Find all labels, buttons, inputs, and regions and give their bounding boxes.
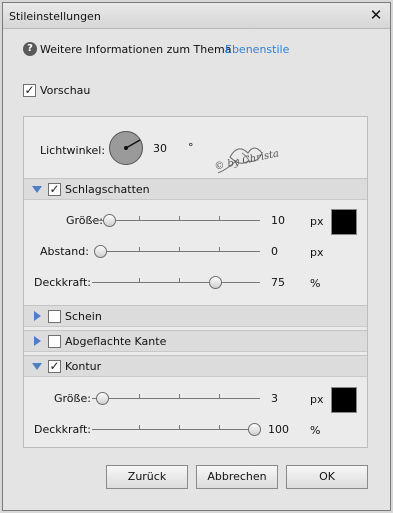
drop-shadow-label: Schlagschatten: [65, 183, 150, 196]
close-icon[interactable]: ✕: [368, 7, 384, 23]
angle-dial[interactable]: [109, 131, 143, 165]
shadow-size-unit: px: [310, 215, 324, 228]
shadow-opacity-thumb[interactable]: [209, 276, 222, 289]
window-title: Stileinstellungen: [9, 10, 101, 23]
bevel-checkbox[interactable]: [48, 335, 61, 348]
stroke-checkbox[interactable]: ✓: [48, 360, 61, 373]
angle-unit: °: [188, 141, 194, 154]
angle-value[interactable]: 30: [153, 142, 167, 155]
cancel-button[interactable]: Abbrechen: [196, 465, 278, 489]
section-stroke[interactable]: ✓ Kontur: [24, 355, 367, 377]
stroke-size-unit: px: [310, 393, 324, 406]
shadow-distance-value[interactable]: 0: [271, 245, 278, 258]
section-drop-shadow[interactable]: ✓ Schlagschatten: [24, 178, 367, 200]
help-link[interactable]: Ebenenstile: [225, 43, 289, 56]
preview-label: Vorschau: [40, 84, 91, 97]
stroke-size-thumb[interactable]: [96, 392, 109, 405]
shadow-color-swatch[interactable]: [331, 209, 357, 235]
stroke-opacity-slider[interactable]: [92, 429, 260, 430]
shadow-distance-label: Abstand:: [40, 245, 89, 258]
expand-arrow-icon[interactable]: [32, 363, 42, 370]
shadow-distance-slider[interactable]: [96, 251, 260, 252]
stroke-size-slider[interactable]: [92, 398, 260, 399]
ok-button[interactable]: OK: [286, 465, 368, 489]
stroke-opacity-value[interactable]: 100: [268, 423, 289, 436]
shadow-size-thumb[interactable]: [103, 214, 116, 227]
shadow-opacity-value[interactable]: 75: [271, 276, 285, 289]
stroke-opacity-label: Deckkraft:: [34, 423, 91, 436]
help-text: Weitere Informationen zum Thema: [40, 43, 232, 56]
section-bevel[interactable]: Abgeflachte Kante: [24, 330, 367, 352]
stroke-color-swatch[interactable]: [331, 387, 357, 413]
section-glow[interactable]: Schein: [24, 305, 367, 327]
help-icon: ?: [23, 42, 37, 56]
shadow-size-value[interactable]: 10: [271, 214, 285, 227]
collapse-arrow-icon[interactable]: [34, 311, 41, 321]
stroke-opacity-unit: %: [310, 424, 321, 437]
angle-label: Lichtwinkel:: [40, 144, 106, 157]
shadow-opacity-unit: %: [310, 277, 321, 290]
preview-checkbox[interactable]: ✓: [23, 84, 36, 97]
style-settings-dialog: Stileinstellungen ✕ ? Weitere Informatio…: [2, 2, 391, 511]
shadow-opacity-slider[interactable]: [92, 282, 260, 283]
title-bar: Stileinstellungen ✕: [3, 3, 390, 29]
shadow-distance-thumb[interactable]: [94, 245, 107, 258]
effects-panel: Lichtwinkel: 30 ° © by Christa ✓ Schlags…: [23, 116, 368, 448]
bevel-label: Abgeflachte Kante: [65, 335, 167, 348]
stroke-size-label: Größe:: [54, 392, 91, 405]
stroke-opacity-thumb[interactable]: [248, 423, 261, 436]
back-button[interactable]: Zurück: [106, 465, 188, 489]
stroke-label: Kontur: [65, 360, 102, 373]
expand-arrow-icon[interactable]: [32, 186, 42, 193]
glow-label: Schein: [65, 310, 102, 323]
shadow-opacity-label: Deckkraft:: [34, 276, 91, 289]
shadow-distance-unit: px: [310, 246, 324, 259]
glow-checkbox[interactable]: [48, 310, 61, 323]
shadow-size-slider[interactable]: [92, 220, 260, 221]
collapse-arrow-icon[interactable]: [34, 336, 41, 346]
drop-shadow-checkbox[interactable]: ✓: [48, 183, 61, 196]
stroke-size-value[interactable]: 3: [271, 392, 278, 405]
